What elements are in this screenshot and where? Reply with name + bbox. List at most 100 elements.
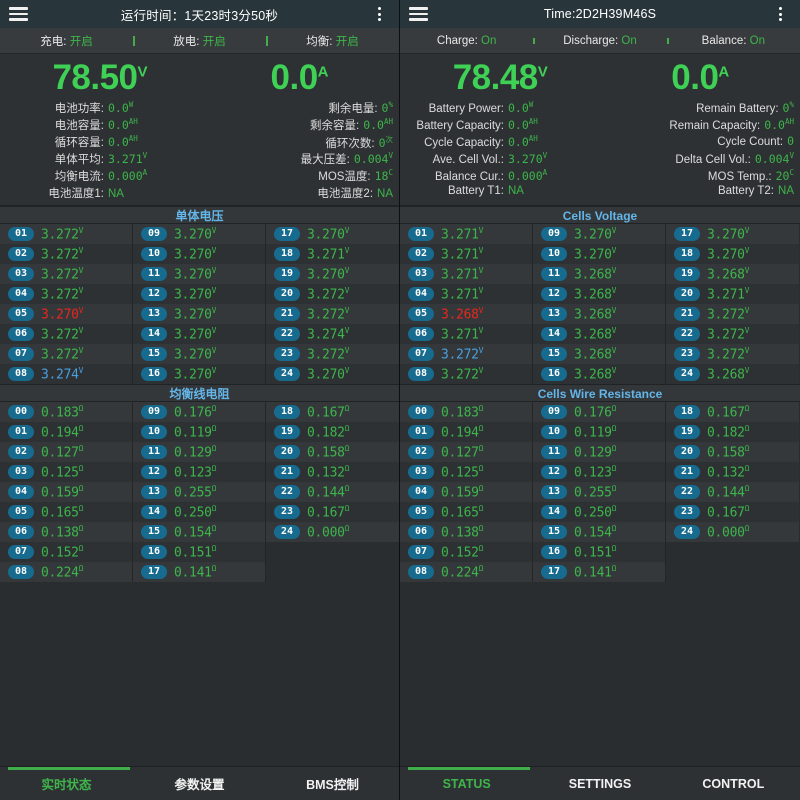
table-row[interactable]: 10 0.119Ω xyxy=(533,422,665,442)
table-row[interactable]: 04 0.159Ω xyxy=(400,482,532,502)
table-row[interactable]: 06 3.272V xyxy=(0,324,132,344)
table-row[interactable]: 01 0.194Ω xyxy=(0,422,132,442)
table-row[interactable]: 13 3.270V xyxy=(133,304,265,324)
table-row[interactable]: 14 3.270V xyxy=(133,324,265,344)
table-row[interactable]: 19 3.270V xyxy=(266,264,399,284)
table-row[interactable]: 16 0.151Ω xyxy=(533,542,665,562)
tab-status[interactable]: STATUS xyxy=(400,777,533,791)
table-row[interactable]: 10 3.270V xyxy=(533,244,665,264)
table-row[interactable]: 10 0.119Ω xyxy=(133,422,265,442)
table-row[interactable]: 03 3.272V xyxy=(0,264,132,284)
table-row[interactable]: 02 3.272V xyxy=(0,244,132,264)
table-row[interactable]: 07 0.152Ω xyxy=(400,542,532,562)
table-row[interactable]: 17 0.141Ω xyxy=(133,562,265,582)
table-row[interactable]: 23 3.272V xyxy=(666,344,799,364)
table-row[interactable]: 05 0.165Ω xyxy=(400,502,532,522)
table-row[interactable]: 00 0.183Ω xyxy=(0,402,132,422)
table-row[interactable]: 20 3.271V xyxy=(666,284,799,304)
table-row[interactable]: 15 3.268V xyxy=(533,344,665,364)
table-row[interactable]: 18 3.270V xyxy=(666,244,799,264)
table-row[interactable]: 03 0.125Ω xyxy=(400,462,532,482)
table-row[interactable]: 13 3.268V xyxy=(533,304,665,324)
table-row[interactable]: 18 0.167Ω xyxy=(266,402,399,422)
table-row[interactable]: 05 3.268V xyxy=(400,304,532,324)
table-row[interactable]: 23 0.167Ω xyxy=(666,502,799,522)
table-row[interactable]: 21 0.132Ω xyxy=(666,462,799,482)
table-row[interactable]: 09 3.270V xyxy=(133,224,265,244)
tab-参数设置[interactable]: 参数设置 xyxy=(133,774,266,793)
table-row[interactable]: 06 3.271V xyxy=(400,324,532,344)
table-row[interactable]: 14 3.268V xyxy=(533,324,665,344)
table-row[interactable]: 08 0.224Ω xyxy=(0,562,132,582)
table-row[interactable]: 21 3.272V xyxy=(266,304,399,324)
table-row[interactable]: 22 3.272V xyxy=(666,324,799,344)
status-item-2[interactable]: 均衡: 开启 xyxy=(266,33,399,49)
table-row[interactable]: 14 0.250Ω xyxy=(533,502,665,522)
table-row[interactable]: 24 0.000Ω xyxy=(666,522,799,542)
table-row[interactable]: 15 0.154Ω xyxy=(533,522,665,542)
tab-bms控制[interactable]: BMS控制 xyxy=(266,774,399,793)
table-row[interactable]: 22 0.144Ω xyxy=(666,482,799,502)
table-row[interactable]: 06 0.138Ω xyxy=(400,522,532,542)
table-row[interactable]: 16 3.270V xyxy=(133,364,265,384)
hamburger-icon[interactable] xyxy=(400,0,436,28)
table-row[interactable]: 05 0.165Ω xyxy=(0,502,132,522)
table-row[interactable]: 23 3.272V xyxy=(266,344,399,364)
table-row[interactable]: 11 0.129Ω xyxy=(133,442,265,462)
table-row[interactable]: 23 0.167Ω xyxy=(266,502,399,522)
table-row[interactable]: 04 3.272V xyxy=(0,284,132,304)
table-row[interactable]: 10 3.270V xyxy=(133,244,265,264)
table-row[interactable]: 07 3.272V xyxy=(400,344,532,364)
kebab-menu-icon[interactable] xyxy=(365,0,393,28)
status-item-0[interactable]: Charge: On xyxy=(400,35,533,47)
table-row[interactable]: 09 0.176Ω xyxy=(133,402,265,422)
table-row[interactable]: 09 3.270V xyxy=(533,224,665,244)
table-row[interactable]: 24 0.000Ω xyxy=(266,522,399,542)
table-row[interactable]: 11 3.270V xyxy=(133,264,265,284)
table-row[interactable]: 01 0.194Ω xyxy=(400,422,532,442)
table-row[interactable]: 16 0.151Ω xyxy=(133,542,265,562)
table-row[interactable]: 18 0.167Ω xyxy=(666,402,799,422)
status-item-1[interactable]: Discharge: On xyxy=(533,35,666,47)
table-row[interactable]: 19 3.268V xyxy=(666,264,799,284)
table-row[interactable]: 07 3.272V xyxy=(0,344,132,364)
table-row[interactable]: 17 3.270V xyxy=(666,224,799,244)
table-row[interactable]: 04 0.159Ω xyxy=(0,482,132,502)
table-row[interactable]: 12 0.123Ω xyxy=(533,462,665,482)
table-row[interactable]: 19 0.182Ω xyxy=(666,422,799,442)
table-row[interactable]: 15 3.270V xyxy=(133,344,265,364)
status-item-2[interactable]: Balance: On xyxy=(666,35,800,47)
table-row[interactable]: 02 3.271V xyxy=(400,244,532,264)
table-row[interactable]: 06 0.138Ω xyxy=(0,522,132,542)
tab-control[interactable]: CONTROL xyxy=(667,777,800,791)
table-row[interactable]: 21 3.272V xyxy=(666,304,799,324)
table-row[interactable]: 05 3.270V xyxy=(0,304,132,324)
table-row[interactable]: 17 3.270V xyxy=(266,224,399,244)
table-row[interactable]: 12 3.270V xyxy=(133,284,265,304)
status-item-0[interactable]: 充电: 开启 xyxy=(0,33,133,49)
table-row[interactable]: 14 0.250Ω xyxy=(133,502,265,522)
table-row[interactable]: 04 3.271V xyxy=(400,284,532,304)
table-row[interactable]: 02 0.127Ω xyxy=(0,442,132,462)
table-row[interactable]: 22 0.144Ω xyxy=(266,482,399,502)
hamburger-icon[interactable] xyxy=(0,0,36,28)
table-row[interactable]: 20 0.158Ω xyxy=(666,442,799,462)
table-row[interactable]: 12 3.268V xyxy=(533,284,665,304)
table-row[interactable]: 03 0.125Ω xyxy=(0,462,132,482)
table-row[interactable]: 11 3.268V xyxy=(533,264,665,284)
table-row[interactable]: 13 0.255Ω xyxy=(533,482,665,502)
table-row[interactable]: 08 3.274V xyxy=(0,364,132,384)
table-row[interactable]: 18 3.271V xyxy=(266,244,399,264)
kebab-menu-icon[interactable] xyxy=(766,0,794,28)
tab-实时状态[interactable]: 实时状态 xyxy=(0,774,133,793)
table-row[interactable]: 22 3.274V xyxy=(266,324,399,344)
table-row[interactable]: 12 0.123Ω xyxy=(133,462,265,482)
table-row[interactable]: 20 3.272V xyxy=(266,284,399,304)
table-row[interactable]: 03 3.271V xyxy=(400,264,532,284)
status-item-1[interactable]: 放电: 开启 xyxy=(133,33,266,49)
table-row[interactable]: 01 3.271V xyxy=(400,224,532,244)
table-row[interactable]: 16 3.268V xyxy=(533,364,665,384)
table-row[interactable]: 20 0.158Ω xyxy=(266,442,399,462)
table-row[interactable]: 11 0.129Ω xyxy=(533,442,665,462)
table-row[interactable]: 00 0.183Ω xyxy=(400,402,532,422)
